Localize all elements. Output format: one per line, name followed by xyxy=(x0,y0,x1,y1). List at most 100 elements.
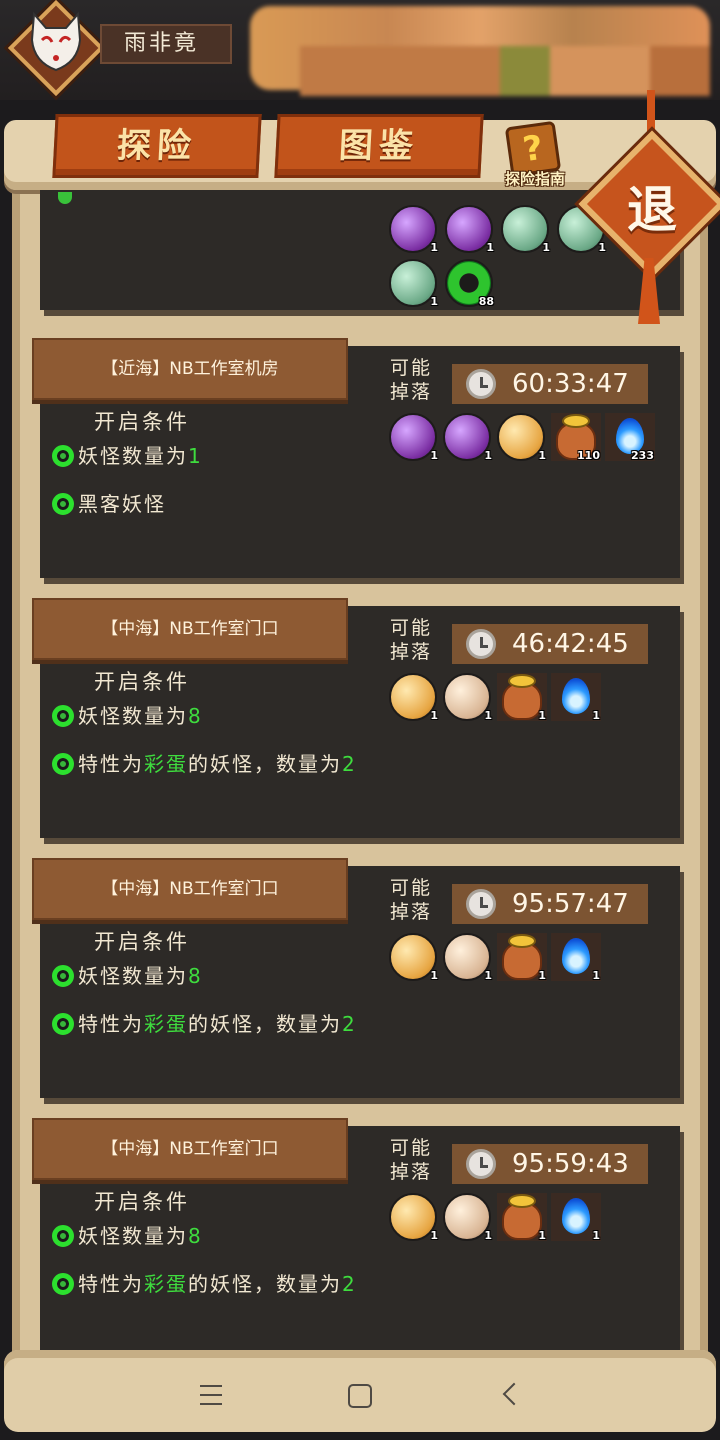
clock-hand xyxy=(480,1165,488,1168)
resource-bar xyxy=(250,6,710,96)
expedition-title: 【中海】NB工作室门口 xyxy=(32,1118,348,1180)
condition-row: 黑客妖怪 xyxy=(52,488,166,517)
condition-row: 妖怪数量为8 xyxy=(52,1220,203,1249)
condition-text: 妖怪数量为 xyxy=(78,964,188,988)
drop-item[interactable]: 1 xyxy=(388,932,440,982)
drop-item[interactable]: 1 xyxy=(388,204,440,254)
item-quantity: 1 xyxy=(592,709,600,722)
menu-button[interactable] xyxy=(180,1374,240,1418)
drop-items: 1 1 1 1 xyxy=(388,932,602,982)
item-quantity: 1 xyxy=(542,241,550,254)
condition-row: 特性为彩蛋的妖怪，数量为2 xyxy=(52,748,357,777)
drop-item[interactable]: 1 xyxy=(496,412,548,462)
condition-bullet-icon xyxy=(52,705,74,727)
drop-item[interactable]: 1 xyxy=(496,672,548,722)
player-name: 雨非竟 xyxy=(100,24,232,64)
item-quantity: 1 xyxy=(430,709,438,722)
drop-items: 1 1 1 110 233 xyxy=(388,412,656,462)
item-quantity: 1 xyxy=(484,969,492,982)
item-quantity: 1 xyxy=(430,241,438,254)
coin-icon xyxy=(508,1194,536,1208)
blue-flame-icon xyxy=(562,1198,590,1234)
home-icon xyxy=(348,1384,372,1408)
stopwatch-icon xyxy=(466,889,496,919)
item-quantity: 1 xyxy=(484,1229,492,1242)
coin-icon xyxy=(508,674,536,688)
explore-guide-button[interactable]: ? 探险指南 xyxy=(494,120,576,194)
condition-text: 的妖怪，数量为 xyxy=(188,1012,342,1036)
condition-text: 黑客妖怪 xyxy=(78,492,166,516)
coin-icon xyxy=(508,934,536,948)
item-quantity: 1 xyxy=(592,1229,600,1242)
drop-item[interactable]: 1 xyxy=(442,672,494,722)
item-quantity: 1 xyxy=(538,449,546,462)
condition-bullet-icon xyxy=(52,1225,74,1247)
condition-bullet-icon xyxy=(52,965,74,987)
countdown-timer: 46:42:45 xyxy=(452,624,648,664)
clock-hand xyxy=(480,385,488,388)
drop-items: 1 1 1 1 xyxy=(388,672,602,722)
item-quantity: 1 xyxy=(484,449,492,462)
item-quantity: 1 xyxy=(538,1229,546,1242)
timer-value: 95:59:43 xyxy=(512,1149,629,1179)
drop-item[interactable]: 1 xyxy=(500,204,552,254)
drop-item[interactable]: 1 xyxy=(388,1192,440,1242)
condition-highlight: 8 xyxy=(188,964,203,988)
drop-item[interactable]: 1 xyxy=(388,412,440,462)
condition-row: 妖怪数量为1 xyxy=(52,440,203,469)
home-button[interactable] xyxy=(330,1374,390,1418)
drop-item[interactable]: 233 xyxy=(604,412,656,462)
drop-item[interactable]: 1 xyxy=(442,932,494,982)
drop-item[interactable]: 88 xyxy=(444,258,496,308)
drop-item[interactable]: 1 xyxy=(550,1192,602,1242)
condition-bullet-icon xyxy=(52,445,74,467)
item-quantity: 88 xyxy=(478,295,494,308)
tab-codex[interactable]: 图鉴 xyxy=(274,114,484,178)
item-quantity: 233 xyxy=(631,449,654,462)
condition-highlight: 2 xyxy=(342,1012,357,1036)
condition-text: 的妖怪，数量为 xyxy=(188,752,342,776)
drop-label: 可能掉落 xyxy=(390,877,433,923)
item-quantity: 1 xyxy=(592,969,600,982)
item-quantity: 1 xyxy=(538,709,546,722)
stopwatch-icon xyxy=(466,369,496,399)
condition-bullet-icon xyxy=(52,493,74,515)
condition-highlight: 彩蛋 xyxy=(144,752,188,776)
drop-item[interactable]: 1 xyxy=(388,672,440,722)
condition-row: 特性为彩蛋的妖怪，数量为2 xyxy=(52,1268,357,1297)
condition-highlight: 2 xyxy=(342,1272,357,1296)
condition-text: 特性为 xyxy=(78,752,144,776)
countdown-timer: 95:57:47 xyxy=(452,884,648,924)
back-button[interactable] xyxy=(482,1374,542,1418)
blue-flame-icon xyxy=(562,938,590,974)
drop-item[interactable]: 1 xyxy=(496,1192,548,1242)
condition-bullet-icon xyxy=(52,753,74,775)
tab-explore[interactable]: 探险 xyxy=(52,114,262,178)
item-quantity: 1 xyxy=(430,969,438,982)
drop-item[interactable]: 1 xyxy=(550,672,602,722)
conditions-heading: 开启条件 xyxy=(94,930,190,954)
exit-label[interactable]: 退 xyxy=(600,170,704,242)
condition-highlight: 8 xyxy=(188,704,203,728)
drop-item[interactable]: 1 xyxy=(496,932,548,982)
blue-flame-icon xyxy=(562,678,590,714)
drop-item[interactable]: 1 xyxy=(444,204,496,254)
item-quantity: 1 xyxy=(538,969,546,982)
conditions-heading: 开启条件 xyxy=(94,1190,190,1214)
countdown-timer: 95:59:43 xyxy=(452,1144,648,1184)
stopwatch-icon xyxy=(466,629,496,659)
clock-hand xyxy=(480,645,488,648)
drop-item[interactable]: 1 xyxy=(442,1192,494,1242)
drop-label: 可能掉落 xyxy=(390,617,433,663)
resource-slot xyxy=(550,46,650,96)
drop-item[interactable]: 110 xyxy=(550,412,602,462)
drop-item[interactable]: 1 xyxy=(550,932,602,982)
avatar[interactable] xyxy=(7,0,105,97)
condition-row: 妖怪数量为8 xyxy=(52,700,203,729)
countdown-timer: 60:33:47 xyxy=(452,364,648,404)
resource-slot xyxy=(650,46,710,96)
conditions-heading: 开启条件 xyxy=(94,670,190,694)
drop-item[interactable]: 1 xyxy=(442,412,494,462)
resource-slot xyxy=(300,46,500,96)
drop-item[interactable]: 1 xyxy=(388,258,440,308)
